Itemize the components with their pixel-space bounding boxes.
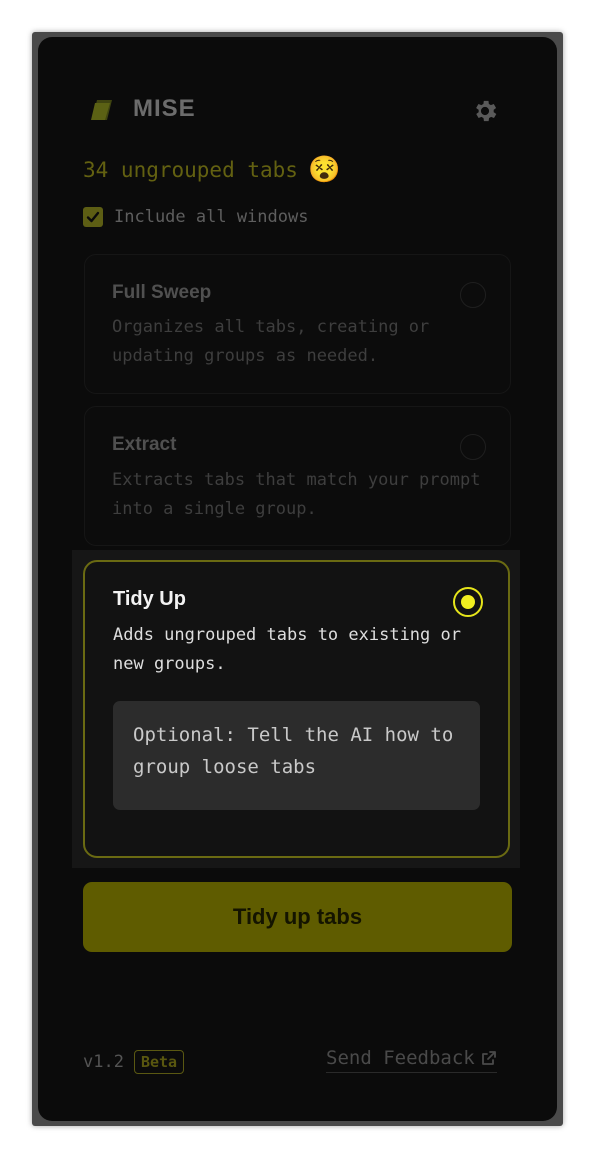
- external-link-icon: [481, 1051, 496, 1065]
- mode-radio-tidy-up[interactable]: [453, 587, 483, 617]
- popup-panel: MISE 34 ungrouped tabs 😵 Include all win…: [38, 37, 557, 1121]
- send-feedback-link[interactable]: Send Feedback: [326, 1047, 497, 1073]
- version-number: v1.2: [83, 1052, 124, 1072]
- mode-title: Tidy Up: [113, 588, 186, 610]
- grouping-prompt-input[interactable]: Optional: Tell the AI how to group loose…: [113, 701, 480, 810]
- dizzy-face-icon: 😵: [307, 155, 341, 185]
- mode-description: Extracts tabs that match your prompt int…: [112, 470, 481, 519]
- include-all-windows-option[interactable]: Include all windows: [83, 207, 308, 227]
- radio-selected-dot: [461, 595, 475, 609]
- brand-name: MISE: [133, 95, 196, 122]
- mode-title: Extract: [112, 434, 177, 455]
- logo-icon: [91, 100, 112, 120]
- mode-radio-full-sweep[interactable]: [460, 282, 486, 308]
- mode-description: Organizes all tabs, creating or updating…: [112, 317, 430, 366]
- beta-badge: Beta: [133, 1050, 185, 1074]
- tidy-up-tabs-button[interactable]: Tidy up tabs: [83, 882, 512, 952]
- mode-card-extract[interactable]: Extract Extracts tabs that match your pr…: [84, 406, 511, 546]
- tab-count-text: 34 ungrouped tabs: [83, 158, 298, 182]
- include-all-windows-checkbox[interactable]: [83, 207, 103, 227]
- ungrouped-tab-count: 34 ungrouped tabs 😵: [83, 157, 340, 183]
- checkmark-icon: [86, 211, 100, 223]
- include-all-windows-label: Include all windows: [114, 207, 309, 227]
- mode-card-full-sweep[interactable]: Full Sweep Organizes all tabs, creating …: [84, 254, 511, 394]
- mode-radio-extract[interactable]: [460, 434, 486, 460]
- gear-icon[interactable]: [471, 97, 499, 125]
- mode-description: Adds ungrouped tabs to existing or new g…: [113, 625, 461, 674]
- mode-title: Full Sweep: [112, 282, 212, 303]
- send-feedback-label: Send Feedback: [326, 1047, 475, 1069]
- version-info: v1.2 Beta: [83, 1050, 185, 1074]
